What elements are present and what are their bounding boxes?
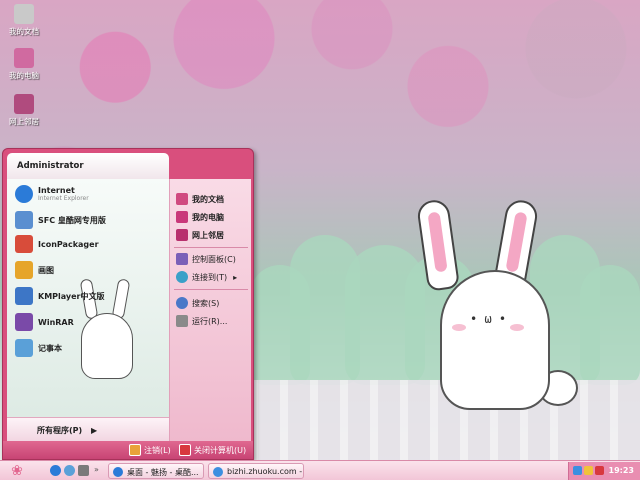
paint-icon [15, 261, 33, 279]
explorer-icon [113, 467, 123, 477]
quick-launch-media-icon[interactable] [78, 465, 89, 476]
taskbar-item-browser[interactable]: bizhi.zhuoku.com - ... [208, 463, 304, 479]
logoff-icon [129, 444, 141, 456]
network-icon [176, 229, 188, 241]
computer-icon [176, 211, 188, 223]
separator [174, 247, 248, 248]
arrow-right-icon: ▸ [233, 272, 238, 282]
start-menu-footer: 注销(L) 关闭计算机(U) [3, 441, 253, 459]
start-menu: Administrator Internet Internet Explorer … [2, 148, 254, 460]
all-programs-button[interactable]: 所有程序(P) ▶ [7, 417, 169, 441]
right-item-documents[interactable]: 我的文档 [176, 193, 224, 205]
start-button[interactable]: ❀ [4, 463, 30, 479]
right-item-network[interactable]: 网上邻居 [176, 229, 224, 241]
program-sfc[interactable]: SFC 皇酷网专用版 [15, 211, 106, 229]
security-tray-icon[interactable] [595, 466, 604, 475]
internet-explorer-icon [15, 185, 33, 203]
chevron-right-icon[interactable]: » [94, 465, 99, 474]
network-tray-icon[interactable] [573, 466, 582, 475]
clock[interactable]: 19:23 [609, 466, 634, 475]
browser-icon [213, 467, 223, 477]
quick-launch-ie-icon[interactable] [50, 465, 61, 476]
system-tray: 19:23 [568, 462, 640, 480]
desktop-icon-computer[interactable]: 我的电脑 [2, 48, 46, 81]
control-panel-icon [176, 253, 188, 265]
taskbar: ❀ » 桌面 - 魅扬 - 桌酷... bizhi.zhuoku.com - .… [0, 460, 640, 480]
program-kmplayer[interactable]: KMPlayer中文版 [15, 287, 105, 305]
desktop-icon-documents[interactable]: 我的文档 [2, 4, 46, 37]
kmplayer-icon [15, 287, 33, 305]
iconpackager-icon [15, 235, 33, 253]
bunny-illustration: • ω • [415, 197, 580, 410]
quick-launch-desktop-icon[interactable] [64, 465, 75, 476]
connect-icon [176, 271, 188, 283]
documents-icon [14, 4, 34, 24]
right-item-run[interactable]: 运行(R)... [176, 315, 227, 327]
run-icon [176, 315, 188, 327]
places-list: 我的文档 我的电脑 网上邻居 控制面板(C) 连接到(T) ▸ 搜索(S) 运行… [169, 179, 251, 441]
right-item-connect-to[interactable]: 连接到(T) ▸ [176, 271, 237, 283]
program-notepad[interactable]: 记事本 [15, 339, 62, 357]
desktop-icon-network[interactable]: 网上邻居 [2, 94, 46, 127]
right-item-computer[interactable]: 我的电脑 [176, 211, 224, 223]
search-icon [176, 297, 188, 309]
program-winrar[interactable]: WinRAR [15, 313, 74, 331]
documents-icon [176, 193, 188, 205]
taskbar-item-desktop[interactable]: 桌面 - 魅扬 - 桌酷... [108, 463, 204, 479]
winrar-icon [15, 313, 33, 331]
network-icon [14, 94, 34, 114]
sfc-icon [15, 211, 33, 229]
program-list: Internet Internet Explorer SFC 皇酷网专用版 Ico… [7, 179, 169, 441]
computer-icon [14, 48, 34, 68]
shutdown-button[interactable]: 关闭计算机(U) [179, 444, 246, 456]
program-internet[interactable]: Internet Internet Explorer [15, 185, 89, 203]
logoff-button[interactable]: 注销(L) [129, 444, 171, 456]
right-item-control-panel[interactable]: 控制面板(C) [176, 253, 236, 265]
user-name: Administrator [7, 153, 169, 179]
notepad-icon [15, 339, 33, 357]
program-paint[interactable]: 画图 [15, 261, 54, 279]
separator [174, 289, 248, 290]
flower-icon: ❀ [11, 463, 23, 479]
power-icon [179, 444, 191, 456]
right-item-search[interactable]: 搜索(S) [176, 297, 219, 309]
volume-tray-icon[interactable] [584, 466, 593, 475]
arrow-right-icon: ▶ [90, 426, 98, 435]
program-iconpackager[interactable]: IconPackager [15, 235, 99, 253]
